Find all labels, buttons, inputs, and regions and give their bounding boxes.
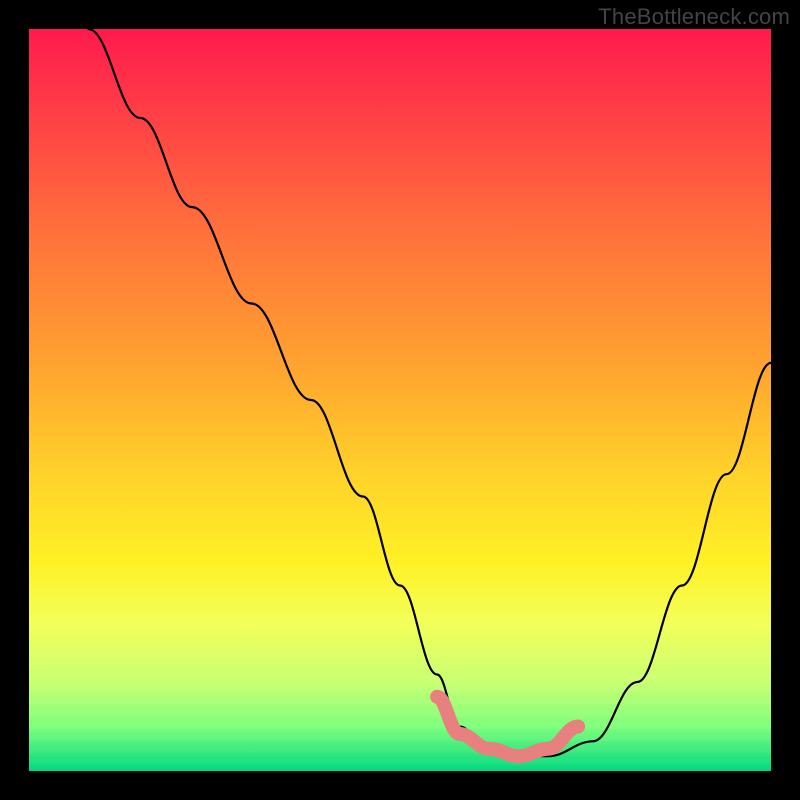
- plot-area: [29, 29, 771, 771]
- main-curve-path: [88, 29, 771, 756]
- watermark-text: TheBottleneck.com: [598, 4, 790, 30]
- chart-frame: TheBottleneck.com: [0, 0, 800, 800]
- highlight-curve-path: [437, 697, 578, 756]
- curve-layer: [29, 29, 771, 771]
